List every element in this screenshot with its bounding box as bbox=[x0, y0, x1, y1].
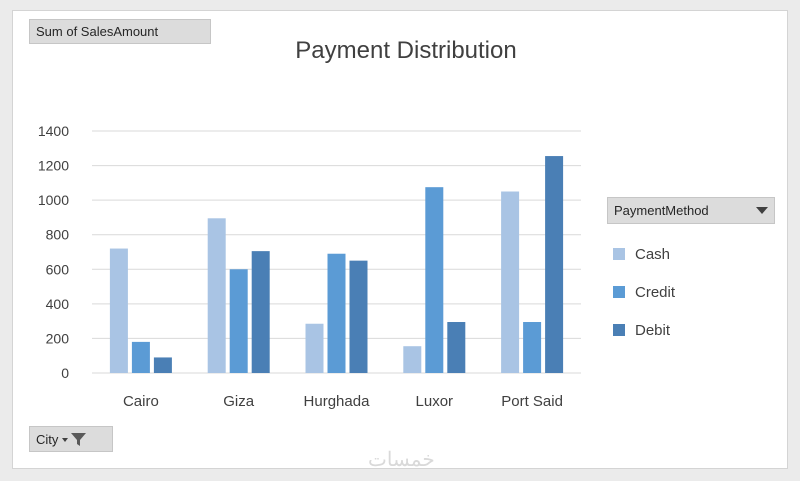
watermark-text: خمسات bbox=[368, 449, 435, 471]
dropdown-arrow-icon bbox=[756, 207, 768, 214]
y-tick-label: 600 bbox=[46, 261, 70, 277]
legend-swatch-credit bbox=[613, 286, 625, 298]
bar-cash-port-said[interactable] bbox=[501, 191, 520, 374]
legend-label-credit: Credit bbox=[635, 283, 676, 301]
bar-cash-hurghada[interactable] bbox=[305, 323, 324, 373]
x-tick-label: Cairo bbox=[123, 393, 159, 410]
bar-credit-giza[interactable] bbox=[229, 269, 248, 373]
bar-debit-hurghada[interactable] bbox=[349, 260, 368, 373]
bar-credit-cairo[interactable] bbox=[131, 341, 150, 373]
y-tick-label: 0 bbox=[61, 365, 69, 381]
x-tick-label: Hurghada bbox=[304, 393, 371, 410]
y-tick-label: 800 bbox=[46, 227, 70, 243]
legend: Cash Credit Debit bbox=[613, 235, 675, 349]
legend-swatch-debit bbox=[613, 324, 625, 336]
bar-credit-hurghada[interactable] bbox=[327, 253, 346, 373]
legend-field-button[interactable]: PaymentMethod bbox=[607, 197, 775, 224]
filter-dropdown-icon bbox=[62, 433, 87, 446]
legend-swatch-cash bbox=[613, 248, 625, 260]
legend-item-credit: Credit bbox=[613, 273, 675, 311]
y-tick-label: 400 bbox=[46, 296, 70, 312]
axis-field-button[interactable]: City bbox=[29, 426, 113, 452]
bar-credit-luxor[interactable] bbox=[425, 187, 444, 373]
legend-item-cash: Cash bbox=[613, 235, 675, 273]
bar-debit-luxor[interactable] bbox=[447, 322, 466, 373]
legend-item-debit: Debit bbox=[613, 311, 675, 349]
y-tick-label: 1000 bbox=[38, 192, 69, 208]
axis-field-label: City bbox=[36, 431, 59, 447]
bar-debit-giza[interactable] bbox=[251, 251, 270, 373]
y-tick-label: 200 bbox=[46, 330, 70, 346]
y-tick-label: 1200 bbox=[38, 158, 69, 174]
y-tick-label: 1400 bbox=[38, 123, 69, 139]
x-tick-label: Port Said bbox=[501, 393, 563, 410]
x-tick-label: Giza bbox=[223, 393, 255, 410]
legend-label-cash: Cash bbox=[635, 245, 671, 263]
bar-debit-port-said[interactable] bbox=[545, 156, 564, 373]
bar-cash-luxor[interactable] bbox=[403, 346, 422, 373]
bar-cash-cairo[interactable] bbox=[109, 248, 128, 373]
bar-credit-port-said[interactable] bbox=[523, 322, 542, 373]
x-tick-label: Luxor bbox=[416, 393, 454, 410]
chart-frame: Sum of SalesAmount Payment Distribution … bbox=[12, 10, 788, 471]
legend-label-debit: Debit bbox=[635, 321, 671, 339]
bar-cash-giza[interactable] bbox=[207, 218, 226, 373]
legend-field-label: PaymentMethod bbox=[614, 203, 709, 218]
bar-debit-cairo[interactable] bbox=[153, 357, 172, 373]
